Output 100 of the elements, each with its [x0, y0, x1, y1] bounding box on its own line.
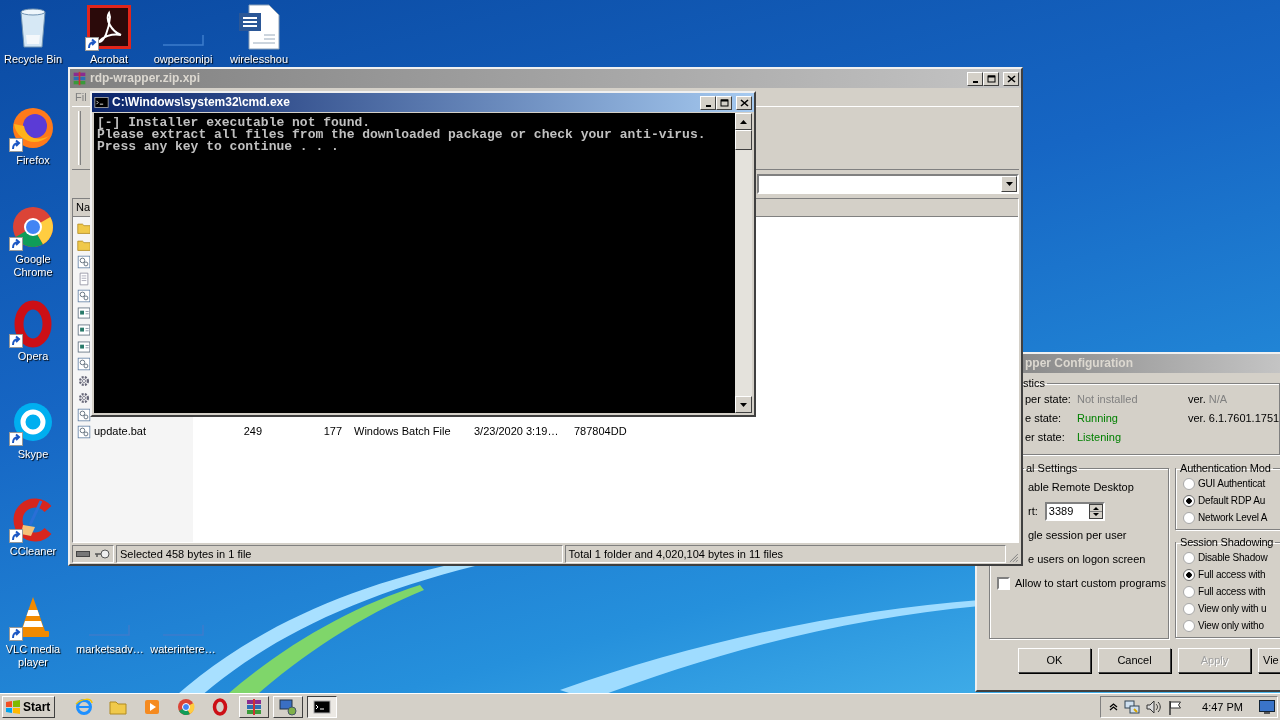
icon-label[interactable]: marketsadv… [76, 643, 142, 656]
version-value: 6.1.7601.1751 [1208, 412, 1280, 424]
icon-label[interactable]: wirelesshou [229, 53, 289, 66]
icon-label[interactable]: CCleaner [9, 545, 57, 558]
icon-label[interactable]: Google Chrome [0, 253, 66, 279]
group-label: stics [1022, 377, 1046, 390]
start-button[interactable]: Start [2, 696, 56, 718]
gear-icon [77, 390, 91, 405]
taskbar-button[interactable] [307, 696, 338, 718]
table-cell-text: 177 [322, 425, 343, 438]
checkbox[interactable] [997, 577, 1010, 590]
window-file-icon [77, 322, 91, 337]
option-label[interactable]: e users on logon screen [1028, 553, 1146, 565]
option-label[interactable]: GUI Authenticat [1198, 477, 1266, 490]
down-arrow-icon[interactable] [740, 402, 747, 407]
show-desktop-icon[interactable] [1259, 700, 1275, 714]
gears-file-icon [77, 407, 91, 422]
app-icon [177, 698, 196, 716]
status-text: Selected 458 bytes in 1 file [116, 545, 563, 563]
dialog-button[interactable]: Vie [1258, 648, 1280, 673]
console-line: Press any key to continue . . . [97, 141, 340, 153]
spin-arrows-icon[interactable] [1088, 504, 1103, 519]
icon-label[interactable]: owpersonipi [153, 53, 213, 66]
version-label: ver. [1188, 393, 1207, 405]
status-text: Total 1 folder and 4,020,104 bytes in 11 files [564, 545, 1007, 563]
scrollbar-track[interactable] [735, 113, 752, 413]
network-icon[interactable] [1124, 699, 1141, 715]
toolbar-grip[interactable] [78, 111, 81, 165]
version-value: N/A [1208, 393, 1228, 405]
flag-icon[interactable] [1168, 699, 1183, 715]
field-value: 3389 [1048, 505, 1074, 518]
caret-icon[interactable] [1005, 182, 1013, 186]
option-label[interactable]: Full access with [1198, 585, 1266, 598]
group-label: Session Shadowing [1179, 536, 1275, 549]
option-label[interactable]: able Remote Desktop [1028, 481, 1134, 493]
scrollbar-thumb[interactable] [735, 130, 752, 150]
speaker-icon[interactable] [1146, 700, 1163, 714]
gear-icon [77, 373, 91, 388]
radio-button[interactable] [1183, 568, 1195, 581]
gears-file-icon [77, 254, 91, 269]
terminal-icon [313, 698, 332, 716]
terminal-icon [94, 95, 109, 110]
resize-grip-icon[interactable] [1008, 552, 1019, 563]
radio-button[interactable] [1183, 585, 1195, 598]
option-label[interactable]: View only with u [1198, 602, 1267, 615]
dialog-button[interactable]: Cancel [1098, 648, 1171, 673]
field-label: e state: [1025, 412, 1063, 425]
scroll-down-button[interactable] [735, 396, 752, 413]
option-label[interactable]: Default RDP Au [1198, 494, 1266, 507]
option-label[interactable]: Network Level A [1198, 511, 1268, 524]
clock[interactable]: 4:47 PM [1188, 700, 1253, 714]
monitor-icon [279, 698, 298, 716]
dialog-button[interactable]: OK [1018, 648, 1091, 673]
option-label[interactable]: Disable Shadow [1198, 551, 1268, 564]
drive-icon [76, 550, 90, 558]
console-line: [-] Installer executable not found. [97, 117, 371, 129]
field-label: per state: [1025, 393, 1072, 406]
browser-icon [75, 698, 94, 716]
status-value: Not installed [1077, 393, 1139, 406]
table-cell-text: Windows Batch File [353, 425, 452, 438]
radio-button[interactable] [1183, 551, 1195, 564]
icon-label[interactable]: waterintere… [150, 643, 216, 656]
radio-button[interactable] [1183, 619, 1195, 632]
path-combobox[interactable] [757, 174, 1019, 194]
icon-label[interactable]: VLC media player [0, 643, 66, 669]
chevron-up-icon[interactable] [1109, 703, 1119, 711]
port-spinbox[interactable]: 3389 [1044, 502, 1105, 521]
icon-label[interactable]: Firefox [16, 154, 50, 167]
window-title: pper Configuration [1025, 357, 1133, 370]
app-icon [211, 698, 230, 716]
file-name[interactable]: update.bat [94, 425, 146, 438]
radio-button[interactable] [1183, 494, 1195, 507]
group-label: al Settings [1025, 462, 1079, 475]
up-arrow-icon[interactable] [740, 119, 747, 124]
start-logo-icon[interactable] [5, 700, 21, 714]
media-player-icon [143, 698, 162, 716]
window-file-icon [77, 339, 91, 354]
gears-file-icon [77, 356, 91, 371]
radio-button[interactable] [1183, 511, 1195, 524]
checkbox-label[interactable]: Allow to start custom programs [1015, 577, 1166, 590]
icon-label[interactable]: Skype [17, 448, 49, 461]
icon-label[interactable]: Acrobat [90, 53, 128, 66]
pdf-logo-icon[interactable] [85, 3, 133, 51]
window-title: C:\Windows\system32\cmd.exe [112, 96, 290, 109]
dropdown-button[interactable] [1001, 176, 1017, 192]
window-title: rdp-wrapper.zip.xpi [90, 72, 200, 85]
table-cell: 787804DD [574, 425, 627, 438]
icon-label[interactable]: Opera [17, 350, 49, 363]
option-label[interactable]: Full access with [1198, 568, 1266, 581]
table-cell-text: 249 [242, 425, 263, 438]
option-label[interactable]: gle session per user [1028, 529, 1127, 541]
gears-file-icon [77, 288, 91, 303]
group-label: Authentication Mod [1179, 462, 1272, 475]
option-label[interactable]: View only witho [1198, 619, 1264, 632]
icon-label[interactable]: Recycle Bin [3, 53, 63, 66]
window-file-icon [77, 305, 91, 320]
scroll-up-button[interactable] [735, 113, 752, 130]
table-cell-text: 3/23/2020 3:19… [474, 425, 560, 438]
radio-button[interactable] [1183, 602, 1195, 615]
radio-button[interactable] [1183, 477, 1195, 490]
